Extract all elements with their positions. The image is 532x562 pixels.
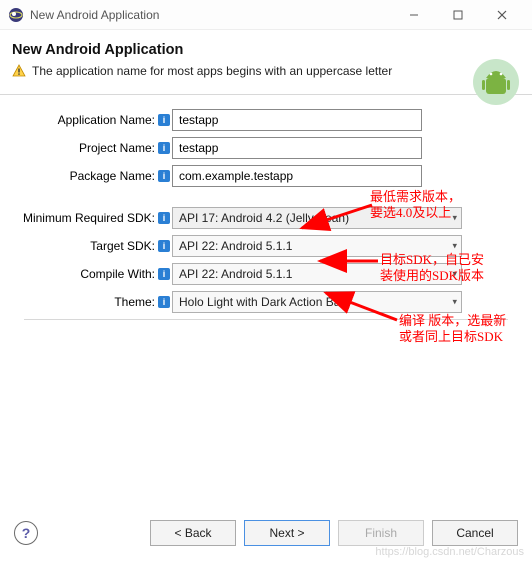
min-sdk-value: API 17: Android 4.2 (Jelly Bean): [179, 211, 349, 225]
compile-with-value: API 22: Android 5.1.1: [179, 267, 292, 281]
titlebar: New Android Application: [0, 0, 532, 30]
package-name-input[interactable]: [172, 165, 422, 187]
target-sdk-label: Target SDK: i: [12, 239, 172, 253]
warning-line: The application name for most apps begin…: [12, 64, 516, 78]
app-name-label: Application Name: i: [12, 113, 172, 127]
info-icon[interactable]: i: [158, 240, 170, 252]
window-controls: [392, 1, 524, 29]
project-name-input[interactable]: [172, 137, 422, 159]
window-title: New Android Application: [30, 8, 392, 22]
info-icon[interactable]: i: [158, 212, 170, 224]
back-button[interactable]: < Back: [150, 520, 236, 546]
cancel-button[interactable]: Cancel: [432, 520, 518, 546]
annotation-min-sdk: 最低需求版本，要选4.0及以上: [370, 189, 461, 222]
project-name-label: Project Name: i: [12, 141, 172, 155]
wizard-header: New Android Application The application …: [0, 30, 532, 95]
application-name-input[interactable]: [172, 109, 422, 131]
watermark: https://blog.csdn.net/Charzous: [375, 546, 524, 558]
chevron-down-icon: ▾: [452, 297, 457, 308]
warning-icon: [12, 64, 26, 78]
next-button[interactable]: Next >: [244, 520, 330, 546]
target-sdk-value: API 22: Android 5.1.1: [179, 239, 292, 253]
page-title: New Android Application: [12, 42, 516, 58]
minimize-button[interactable]: [392, 1, 436, 29]
theme-dropdown[interactable]: Holo Light with Dark Action Bar ▾: [172, 291, 462, 313]
help-button[interactable]: ?: [14, 521, 38, 545]
wizard-button-bar: ? < Back Next > Finish Cancel: [0, 520, 532, 546]
chevron-down-icon: ▾: [452, 241, 457, 252]
min-sdk-label: Minimum Required SDK: i: [12, 211, 172, 225]
info-icon[interactable]: i: [158, 170, 170, 182]
warning-text: The application name for most apps begin…: [32, 64, 392, 78]
package-name-label: Package Name: i: [12, 169, 172, 183]
compile-with-label: Compile With: i: [12, 267, 172, 281]
android-logo-icon: [472, 58, 520, 106]
info-icon[interactable]: i: [158, 142, 170, 154]
theme-label: Theme: i: [12, 295, 172, 309]
finish-button: Finish: [338, 520, 424, 546]
annotation-target-sdk: 目标SDK，自已安装使用的SDK版本: [380, 252, 484, 285]
info-icon[interactable]: i: [158, 296, 170, 308]
close-button[interactable]: [480, 1, 524, 29]
annotation-compile: 编译 版本，选最新或者同上目标SDK: [399, 313, 506, 346]
theme-value: Holo Light with Dark Action Bar: [179, 295, 344, 309]
info-icon[interactable]: i: [158, 268, 170, 280]
eclipse-icon: [8, 7, 24, 23]
info-icon[interactable]: i: [158, 114, 170, 126]
maximize-button[interactable]: [436, 1, 480, 29]
